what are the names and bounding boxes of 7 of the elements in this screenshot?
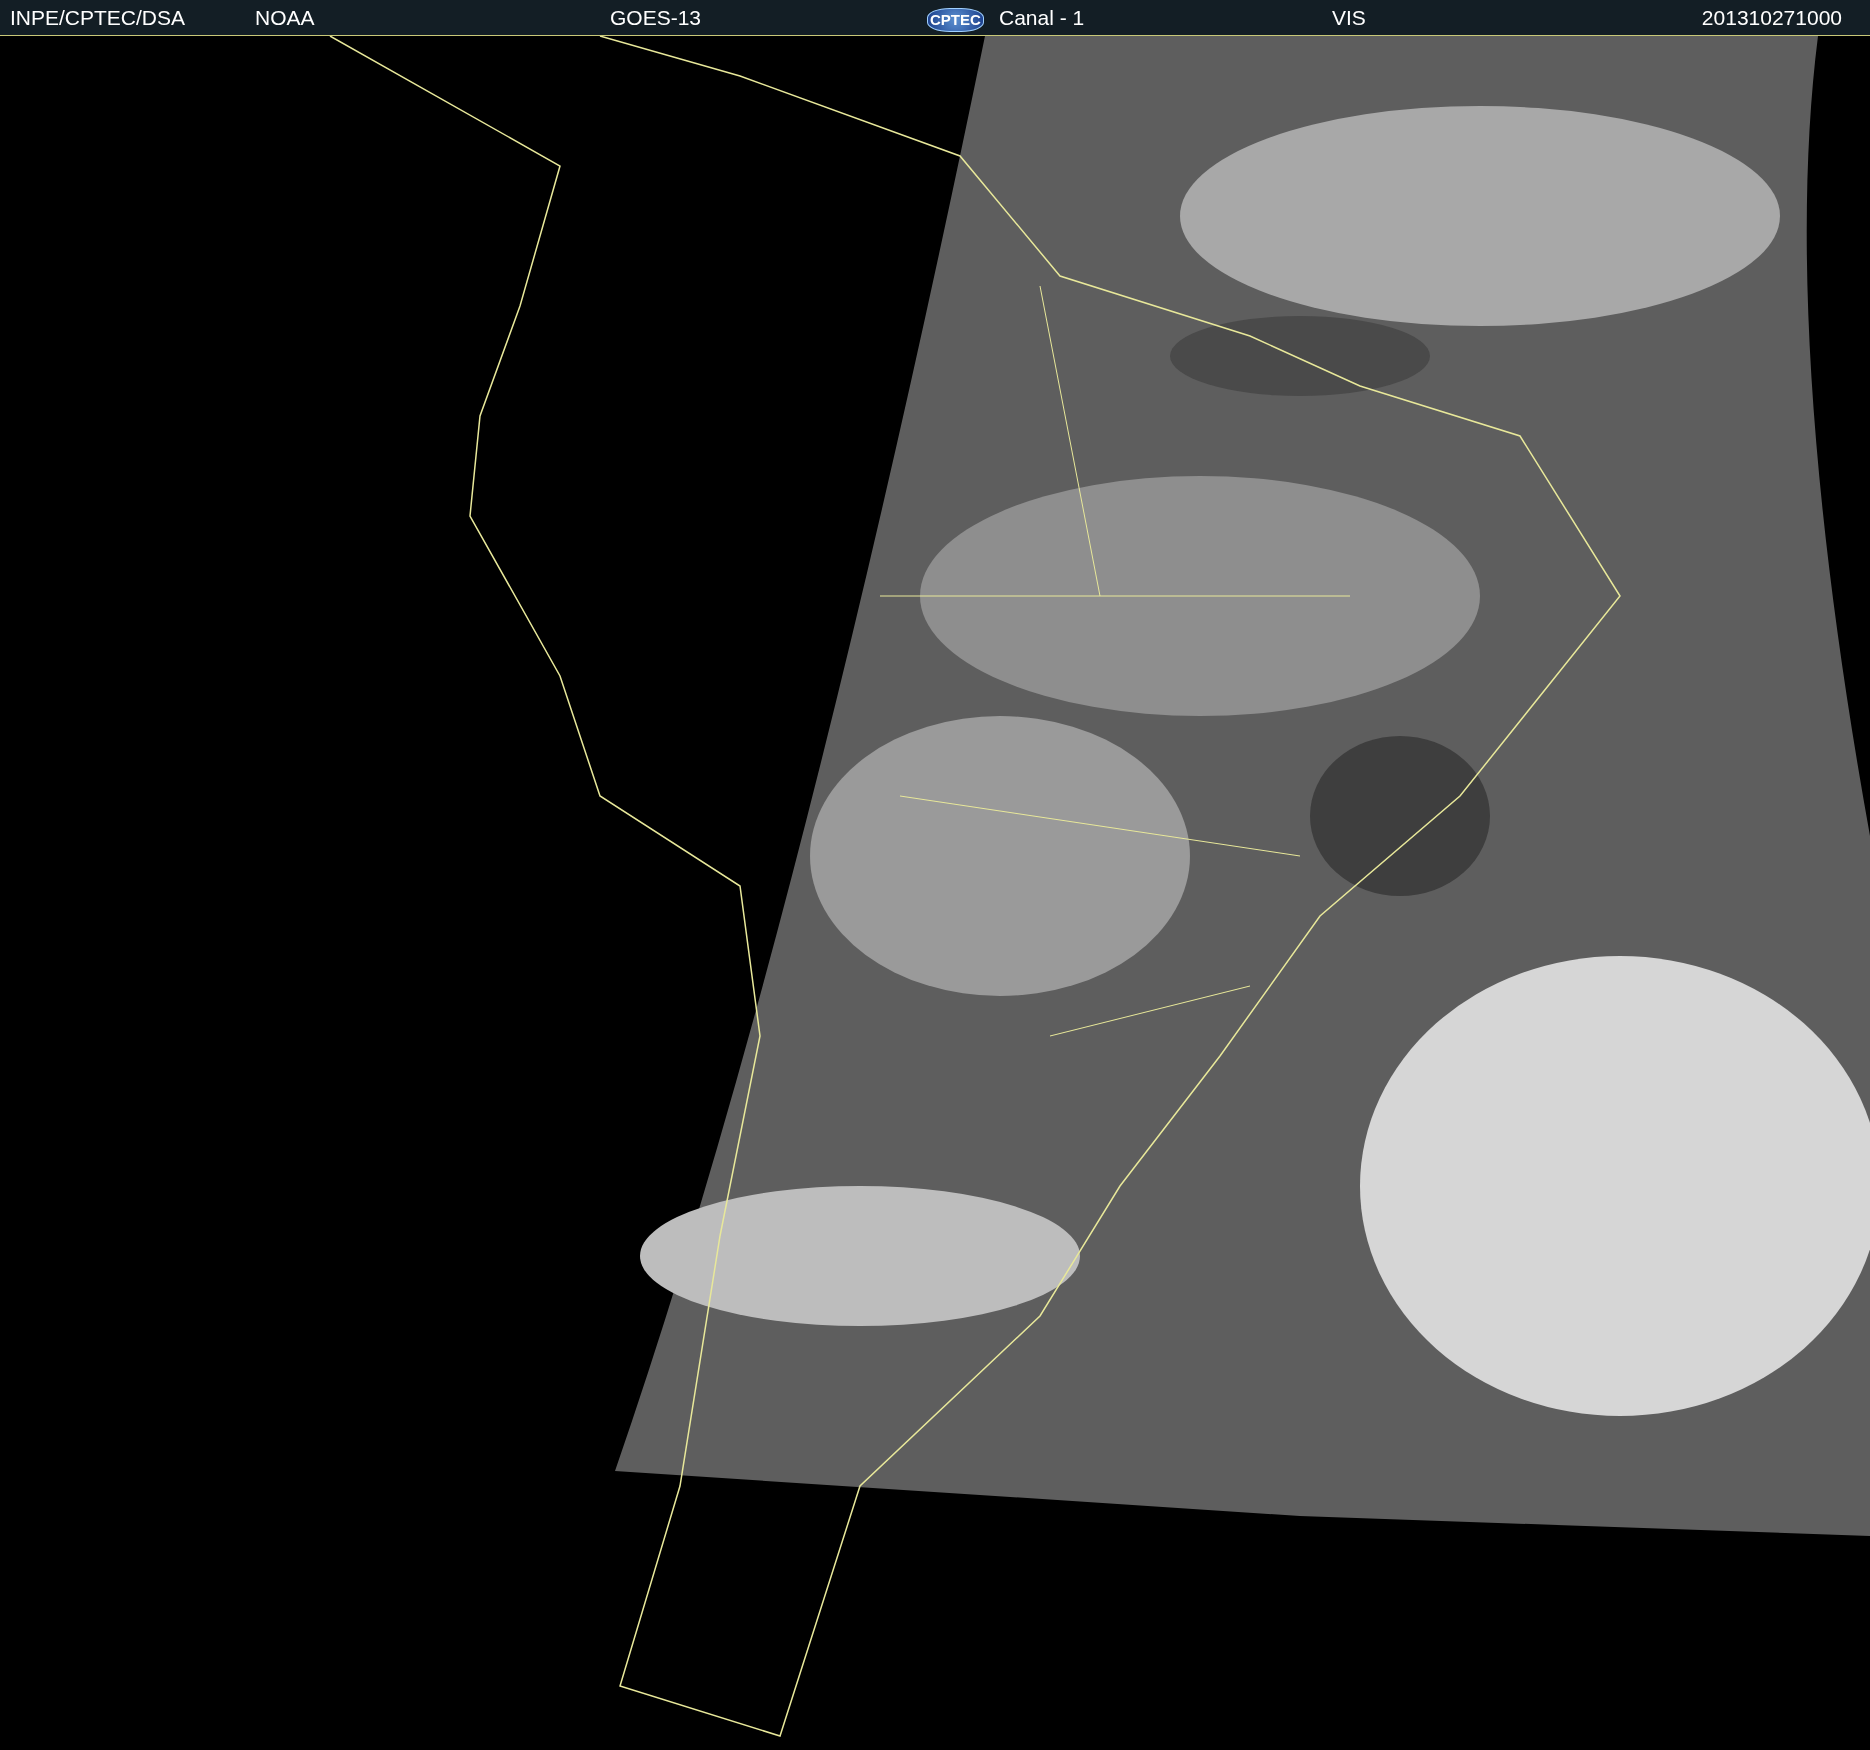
header-label: INPE/CPTEC/DSA [10, 5, 186, 29]
header-label: NOAA [255, 5, 315, 29]
header-label: Canal - 1 [999, 5, 1085, 29]
header-label: 201310271000 [1701, 5, 1842, 29]
header-label: GOES-13 [610, 5, 702, 29]
header-label: VIS [1332, 5, 1366, 29]
logo: CPTEC [927, 7, 984, 33]
